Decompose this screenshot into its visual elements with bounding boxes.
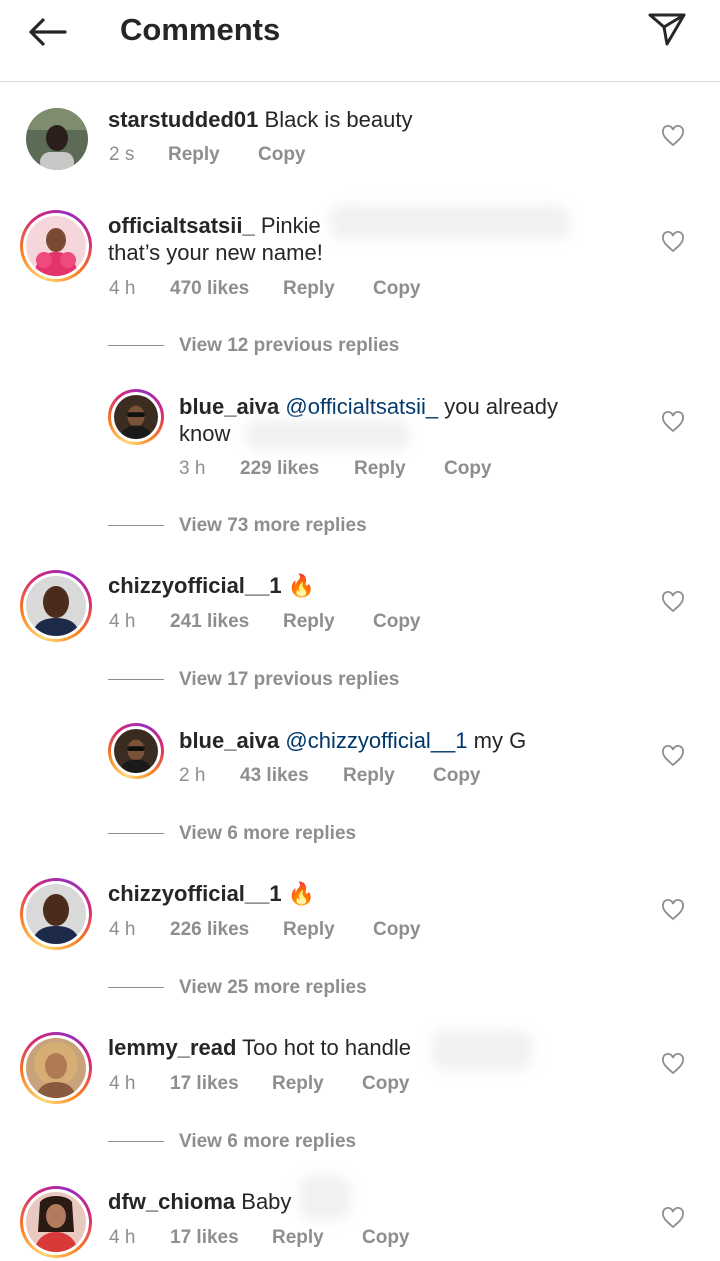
fire-emoji: 🔥 (287, 881, 316, 906)
avatar[interactable] (20, 878, 92, 950)
comment-username[interactable]: chizzyofficial__1 (108, 573, 282, 598)
comment-username[interactable]: blue_aiva (179, 728, 279, 753)
heart-icon[interactable] (661, 745, 685, 767)
avatar[interactable] (20, 1032, 92, 1104)
comment-text: chizzyofficial__1 🔥 (108, 880, 648, 907)
likes-count[interactable]: 17 likes (170, 1072, 239, 1096)
reply-button[interactable]: Reply (272, 1072, 324, 1096)
copy-button[interactable]: Copy (362, 1072, 410, 1096)
reply-button[interactable]: Reply (283, 610, 335, 634)
comment-body-line2: that’s your new name! (108, 240, 323, 265)
comment-username[interactable]: chizzyofficial__1 (108, 881, 282, 906)
view-replies-button[interactable]: View 73 more replies (179, 514, 367, 538)
copy-button[interactable]: Copy (373, 610, 421, 634)
comment-text: chizzyofficial__1 🔥 (108, 572, 648, 599)
likes-count[interactable]: 43 likes (240, 764, 309, 788)
view-replies-button[interactable]: View 25 more replies (179, 976, 367, 1000)
view-replies: View 25 more replies (108, 976, 508, 1000)
mention-link[interactable]: @chizzyofficial__1 (285, 728, 467, 753)
avatar[interactable] (20, 210, 92, 282)
copy-button[interactable]: Copy (373, 277, 421, 301)
comment-time: 3 h (179, 458, 206, 479)
comment-text: starstudded01 Black is beauty (108, 106, 648, 133)
header-bar: Comments (0, 0, 720, 82)
copy-button[interactable]: Copy (433, 764, 481, 788)
comment-body: Black is beauty (264, 107, 413, 132)
view-replies-button[interactable]: View 6 more replies (179, 822, 356, 846)
divider-line (108, 525, 164, 526)
likes-count[interactable]: 241 likes (170, 610, 249, 634)
divider-line (108, 679, 164, 680)
comment-username[interactable]: lemmy_read (108, 1035, 236, 1060)
comment-time: 2 s (109, 144, 135, 165)
comment-username[interactable]: blue_aiva (179, 394, 279, 419)
comment-body: Baby (241, 1189, 292, 1214)
divider-line (108, 987, 164, 988)
comment-text: blue_aiva @chizzyofficial__1 my G (179, 727, 649, 754)
comment-body: Too hot to handle (242, 1035, 411, 1060)
reply-button[interactable]: Reply (283, 277, 335, 301)
avatar[interactable] (20, 570, 92, 642)
comment-username[interactable]: starstudded01 (108, 107, 258, 132)
likes-count[interactable]: 226 likes (170, 918, 249, 942)
copy-button[interactable]: Copy (258, 143, 306, 167)
comment-body-line2: know (179, 421, 231, 446)
fire-emoji: 🔥 (287, 573, 316, 598)
reply-button[interactable]: Reply (343, 764, 395, 788)
reply-button[interactable]: Reply (168, 143, 220, 167)
view-replies: View 12 previous replies (108, 334, 508, 358)
heart-icon[interactable] (661, 1207, 685, 1229)
comment-time: 4 h (109, 278, 136, 299)
reply-button[interactable]: Reply (354, 457, 406, 481)
comment-body: you already (438, 394, 559, 419)
heart-icon[interactable] (661, 231, 685, 253)
view-replies-button[interactable]: View 12 previous replies (179, 334, 399, 358)
view-replies: View 17 previous replies (108, 668, 508, 692)
reply-button[interactable]: Reply (283, 918, 335, 942)
comment-time: 4 h (109, 1227, 136, 1248)
avatar[interactable] (108, 723, 164, 779)
divider-line (108, 833, 164, 834)
blurred-region (330, 205, 570, 239)
comment-time: 4 h (109, 611, 136, 632)
heart-icon[interactable] (661, 899, 685, 921)
back-arrow-icon[interactable] (22, 12, 72, 52)
mention-link[interactable]: @officialtsatsii_ (285, 394, 438, 419)
divider-line (108, 345, 164, 346)
heart-icon[interactable] (661, 591, 685, 613)
page-title: Comments (120, 12, 281, 47)
comment-body: Pinkie (260, 213, 321, 238)
view-replies: View 73 more replies (108, 514, 508, 538)
heart-icon[interactable] (661, 1053, 685, 1075)
avatar[interactable] (26, 108, 88, 170)
comment-time: 2 h (179, 765, 206, 786)
likes-count[interactable]: 229 likes (240, 457, 319, 481)
comment-body: my G (467, 728, 527, 753)
view-replies: View 6 more replies (108, 822, 508, 846)
comment-text: lemmy_read Too hot to handle (108, 1034, 648, 1061)
reply-button[interactable]: Reply (272, 1226, 324, 1250)
copy-button[interactable]: Copy (373, 918, 421, 942)
avatar[interactable] (20, 1186, 92, 1258)
copy-button[interactable]: Copy (444, 457, 492, 481)
blurred-region (300, 1175, 350, 1220)
likes-count[interactable]: 17 likes (170, 1226, 239, 1250)
view-replies-button[interactable]: View 6 more replies (179, 1130, 356, 1154)
comment-username[interactable]: dfw_chioma (108, 1189, 235, 1214)
paper-plane-icon[interactable] (644, 8, 690, 50)
heart-icon[interactable] (661, 411, 685, 433)
comment-text: dfw_chioma Baby (108, 1188, 648, 1215)
comment-time: 4 h (109, 919, 136, 940)
comment-time: 4 h (109, 1073, 136, 1094)
divider-line (108, 1141, 164, 1142)
view-replies-button[interactable]: View 17 previous replies (179, 668, 399, 692)
blurred-region (432, 1030, 532, 1070)
likes-count[interactable]: 470 likes (170, 277, 249, 301)
copy-button[interactable]: Copy (362, 1226, 410, 1250)
comment-username[interactable]: officialtsatsii_ (108, 213, 255, 238)
heart-icon[interactable] (661, 125, 685, 147)
avatar[interactable] (108, 389, 164, 445)
blurred-region (245, 420, 410, 450)
view-replies: View 6 more replies (108, 1130, 508, 1154)
